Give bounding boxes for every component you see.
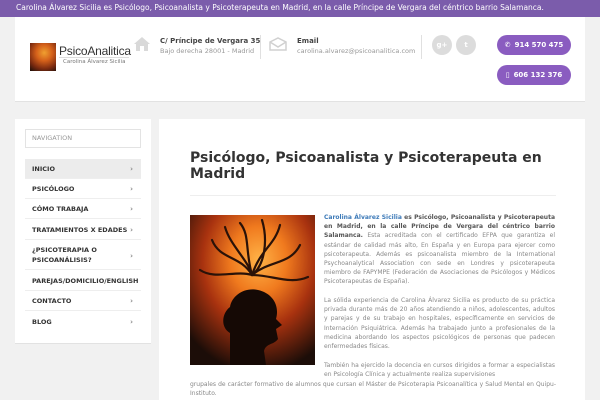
- teaching-paragraph-cont: grupales de carácter formativo de alumno…: [190, 381, 556, 398]
- name-link[interactable]: Carolina Álvarez Sicilia: [324, 214, 402, 221]
- home-icon: [134, 37, 150, 51]
- sidebar-item-blog[interactable]: BLOG ›: [25, 312, 141, 332]
- sidebar-item-inicio[interactable]: INICIO ›: [25, 159, 141, 179]
- phone-icon: ✆: [504, 41, 511, 49]
- logo-image[interactable]: [30, 43, 56, 71]
- chevron-right-icon: ›: [130, 205, 133, 213]
- phone-number: 914 570 475: [514, 41, 564, 49]
- email-label: Email: [297, 37, 319, 45]
- sidebar-item-label: BLOG: [32, 318, 52, 326]
- envelope-icon: [269, 37, 287, 51]
- sidebar-item-psicologo[interactable]: PSICÓLOGO ›: [25, 179, 141, 199]
- sidebar-item-label: CÓMO TRABAJA: [32, 205, 89, 213]
- header-divider: [421, 35, 422, 59]
- mobile-number: 606 132 376: [513, 71, 563, 79]
- address-line1: C/ Príncipe de Vergara 35: [160, 37, 261, 45]
- chevron-right-icon: ›: [130, 277, 133, 285]
- twitter-icon[interactable]: t: [456, 35, 476, 55]
- top-bar: Carolina Álvarez Sicilia es Psicólogo, P…: [0, 0, 600, 17]
- main-content: Psicólogo, Psicoanalista y Psicoterapeut…: [159, 119, 585, 400]
- chevron-right-icon: ›: [130, 318, 133, 326]
- navigation-label: NAVIGATION: [25, 129, 141, 148]
- sidebar-item-como-trabaja[interactable]: CÓMO TRABAJA ›: [25, 199, 141, 219]
- chevron-right-icon: ›: [130, 297, 133, 305]
- chevron-right-icon: ›: [130, 252, 133, 260]
- intro-paragraph: Carolina Álvarez Sicilia es Psicólogo, P…: [324, 214, 555, 286]
- sidebar-item-label: TRATAMIENTOS X EDADES: [32, 226, 128, 234]
- mobile-icon: ▯: [505, 71, 510, 79]
- sidebar-item-label: INICIO: [32, 165, 55, 173]
- mobile-button[interactable]: ▯ 606 132 376: [497, 65, 571, 85]
- feature-image: [190, 215, 315, 365]
- phone-button[interactable]: ✆ 914 570 475: [497, 35, 571, 55]
- email-link[interactable]: carolina.alvarez@psicoanalitica.com: [297, 47, 415, 55]
- chevron-right-icon: ›: [130, 226, 133, 234]
- sidebar-item-psicoterapia[interactable]: ¿PSICOTERAPIA O PSICOANÁLISIS? ›: [25, 240, 141, 270]
- chevron-right-icon: ›: [130, 185, 133, 193]
- header-divider: [260, 35, 261, 59]
- top-bar-text: Carolina Álvarez Sicilia es Psicólogo, P…: [16, 3, 544, 12]
- logo-subtitle: Carolina Álvarez Sicilia: [63, 59, 126, 65]
- teaching-paragraph: También ha ejercido la docencia en curso…: [324, 362, 555, 379]
- experience-paragraph: La sólida experiencia de Carolina Álvare…: [324, 297, 555, 351]
- page-title: Psicólogo, Psicoanalista y Psicoterapeut…: [190, 150, 542, 182]
- sidebar-item-contacto[interactable]: CONTACTO ›: [25, 291, 141, 311]
- sidebar-item-tratamientos[interactable]: TRATAMIENTOS X EDADES ›: [25, 220, 141, 240]
- sidebar-navigation: NAVIGATION INICIO › PSICÓLOGO › CÓMO TRA…: [15, 119, 151, 344]
- logo-title[interactable]: PsicoAnalitica: [59, 44, 131, 58]
- address-line2: Bajo derecha 28001 - Madrid: [160, 47, 255, 55]
- site-header: PsicoAnalitica Carolina Álvarez Sicilia …: [15, 17, 585, 102]
- sidebar-item-parejas[interactable]: PAREJAS/DOMICILIO/ENGLISH ›: [25, 271, 141, 291]
- sidebar-item-label: ¿PSICOTERAPIA O PSICOANÁLISIS?: [32, 246, 97, 264]
- sidebar-item-label: CONTACTO: [32, 297, 72, 305]
- sidebar-item-label: PAREJAS/DOMICILIO/ENGLISH: [32, 277, 139, 285]
- google-plus-icon[interactable]: g+: [432, 35, 452, 55]
- sidebar-item-label: PSICÓLOGO: [32, 185, 75, 193]
- logo-divider: [59, 57, 129, 58]
- chevron-right-icon: ›: [130, 165, 133, 173]
- title-divider: [190, 195, 556, 196]
